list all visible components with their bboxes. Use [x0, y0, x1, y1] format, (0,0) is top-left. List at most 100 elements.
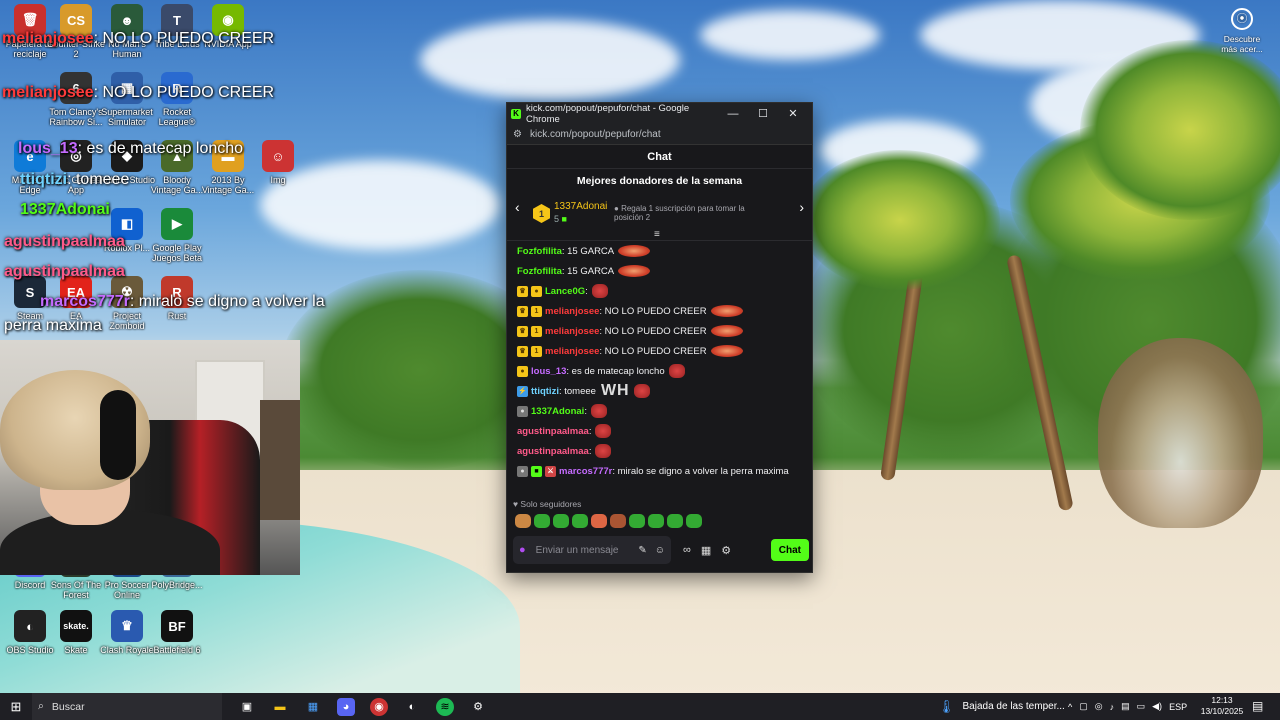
chevron-right-icon[interactable]: › [799, 199, 804, 215]
discord-taskbar-icon[interactable]: ◕ [337, 697, 355, 716]
donor-name[interactable]: 1337Adonai [554, 201, 607, 212]
tray-app-icon[interactable]: ▤ [1121, 701, 1130, 712]
file-explorer-icon[interactable]: ▬ [271, 698, 289, 716]
chevron-up-icon[interactable]: ^ [1068, 702, 1072, 712]
keyboard-lang[interactable]: ESP [1169, 702, 1187, 712]
chat-message: agustinpaalmaa: [517, 441, 812, 461]
address-bar[interactable]: ⚙ kick.com/popout/pepufor/chat [507, 124, 812, 145]
mic-icon[interactable]: ♪ [1110, 702, 1115, 712]
site-settings-icon[interactable]: ⚙ [513, 129, 522, 140]
top-donors-panel: Mejores donadores de la semana ‹ › 1 133… [507, 169, 812, 241]
emote-button[interactable] [515, 514, 531, 528]
overlay-chat-line: perra maxima [4, 317, 102, 335]
chat-input[interactable]: ● Enviar un mensaje ✎ ☺ [513, 536, 671, 564]
followers-only-label: ♥ Solo seguidores [513, 499, 582, 509]
window-titlebar[interactable]: K kick.com/popout/pepufor/chat - Google … [507, 102, 812, 125]
settings-icon[interactable]: ⚙ [469, 698, 487, 716]
donor-count: 5 ■ [554, 214, 567, 224]
chat-username[interactable]: Fozfofilita [517, 246, 562, 257]
bot-badge-icon[interactable]: ⚡ [517, 385, 528, 397]
emote-button[interactable] [534, 514, 550, 528]
taskbar-search[interactable]: ⌕ Buscar [32, 693, 222, 720]
gray-badge-icon[interactable]: ● [517, 465, 528, 477]
overlay-chat-line: lous_13: es de matecap loncho [18, 140, 243, 158]
crown-badge-icon[interactable]: ♛ [517, 345, 528, 357]
desktop-icon[interactable]: ☺ Img [248, 140, 308, 185]
gift-icon[interactable]: ▦ [701, 544, 711, 557]
windows-start-icon[interactable]: ⊞ [0, 699, 32, 715]
translate-icon[interactable]: ✎ [638, 545, 646, 556]
chat-username[interactable]: marcos777r [559, 466, 612, 477]
emote-button[interactable] [553, 514, 569, 528]
spotify-icon[interactable]: ≋ [436, 697, 454, 716]
collapse-icon[interactable]: ≡ [654, 229, 660, 240]
loop-icon[interactable]: ∞ [683, 544, 691, 557]
taskbar-clock[interactable]: 12:13 13/10/2025 [1200, 695, 1244, 717]
sub1-badge-icon[interactable]: 1 [531, 325, 542, 337]
desktop-icon-label: PolyBridge... [151, 580, 203, 590]
red-badge-icon[interactable]: ⚔ [545, 465, 556, 477]
minimize-button[interactable]: — [718, 108, 748, 120]
weather-widget[interactable]: 🌡 Bajada de las temper... [938, 693, 1065, 720]
crown-badge-icon[interactable]: ♛ [517, 325, 528, 337]
gear-icon[interactable]: ⚙ [721, 544, 731, 557]
weather-text: Bajada de las temper... [962, 701, 1065, 712]
chat-username[interactable]: melianjosee [545, 346, 599, 357]
chat-username[interactable]: 1337Adonai [531, 406, 584, 417]
emote-icon [591, 284, 608, 298]
desktop-icon[interactable]: BF Battlefield 6 [147, 610, 207, 655]
obs-taskbar-icon[interactable]: ◐ [403, 698, 421, 716]
overlay-chat-line: ttiqtizi: tomeee [20, 171, 129, 189]
chat-username[interactable]: melianjosee [545, 326, 599, 337]
crown-badge-icon[interactable]: ♛ [517, 285, 528, 297]
overlay-username: agustinpaalmaa [4, 233, 125, 250]
chevron-left-icon[interactable]: ‹ [515, 199, 520, 215]
sub-badge-icon[interactable]: ● [531, 285, 542, 297]
discover-widget[interactable]: ⦿ Descubre más acer... [1218, 8, 1266, 54]
gift-sub-prompt[interactable]: ● Regala 1 suscripción para tomar la pos… [614, 204, 754, 222]
send-chat-button[interactable]: Chat [770, 539, 809, 561]
chat-username[interactable]: Fozfofilita [517, 266, 562, 277]
sub1-badge-icon[interactable]: 1 [531, 345, 542, 357]
chat-username[interactable]: Lance0G [545, 286, 585, 297]
network-icon[interactable]: ▭ [1137, 701, 1146, 712]
chat-text: : es de matecap loncho [566, 365, 665, 377]
store-icon[interactable]: ▦ [304, 698, 322, 716]
emoji-icon[interactable]: ☺ [655, 545, 665, 556]
chat-username[interactable]: ttiqtizi [531, 386, 559, 397]
gray-badge-icon[interactable]: ● [517, 405, 528, 417]
chat-message: ● lous_13: es de matecap loncho [517, 361, 812, 381]
chat-username[interactable]: melianjosee [545, 306, 599, 317]
clock-time: 12:13 [1211, 695, 1233, 705]
tray-app-icon[interactable]: ◎ [1095, 701, 1103, 712]
chrome-taskbar-icon[interactable]: ◉ [370, 697, 388, 716]
mic-icon[interactable]: ● [519, 544, 526, 556]
tray-app-icon[interactable]: ▢ [1079, 701, 1088, 712]
crown-badge-icon[interactable]: ♛ [517, 305, 528, 317]
notifications-icon[interactable]: ▤ [1252, 699, 1263, 713]
emote-button[interactable] [572, 514, 588, 528]
emote-button[interactable] [667, 514, 683, 528]
chat-username[interactable]: lous_13 [531, 366, 566, 377]
sub1-badge-icon[interactable]: 1 [531, 305, 542, 317]
emote-button[interactable] [648, 514, 664, 528]
task-view-icon[interactable]: ▣ [238, 698, 256, 716]
chat-username[interactable]: agustinpaalmaa [517, 426, 589, 437]
kick-logo-icon: K [511, 108, 521, 119]
green-badge-icon[interactable]: ■ [531, 465, 542, 477]
desktop-icon-label: Img [270, 175, 286, 185]
emote-button[interactable] [610, 514, 626, 528]
maximize-button[interactable]: ☐ [748, 107, 778, 120]
sub-badge-icon[interactable]: ● [517, 365, 528, 377]
window-title: kick.com/popout/pepufor/chat - Google Ch… [526, 102, 690, 125]
chat-username[interactable]: agustinpaalmaa [517, 446, 589, 457]
wh-emote: WH [600, 382, 630, 399]
emote-button[interactable] [591, 514, 607, 528]
chat-message: ♛ 1 melianjosee: NO LO PUEDO CREER [517, 341, 812, 361]
chrome-popup-window: K kick.com/popout/pepufor/chat - Google … [506, 102, 813, 573]
emote-button[interactable] [629, 514, 645, 528]
close-button[interactable]: ✕ [778, 107, 808, 120]
emote-button[interactable] [686, 514, 702, 528]
overlay-chat-line: agustinpaalmaa [4, 233, 125, 251]
volume-icon[interactable]: ◀) [1152, 701, 1162, 712]
